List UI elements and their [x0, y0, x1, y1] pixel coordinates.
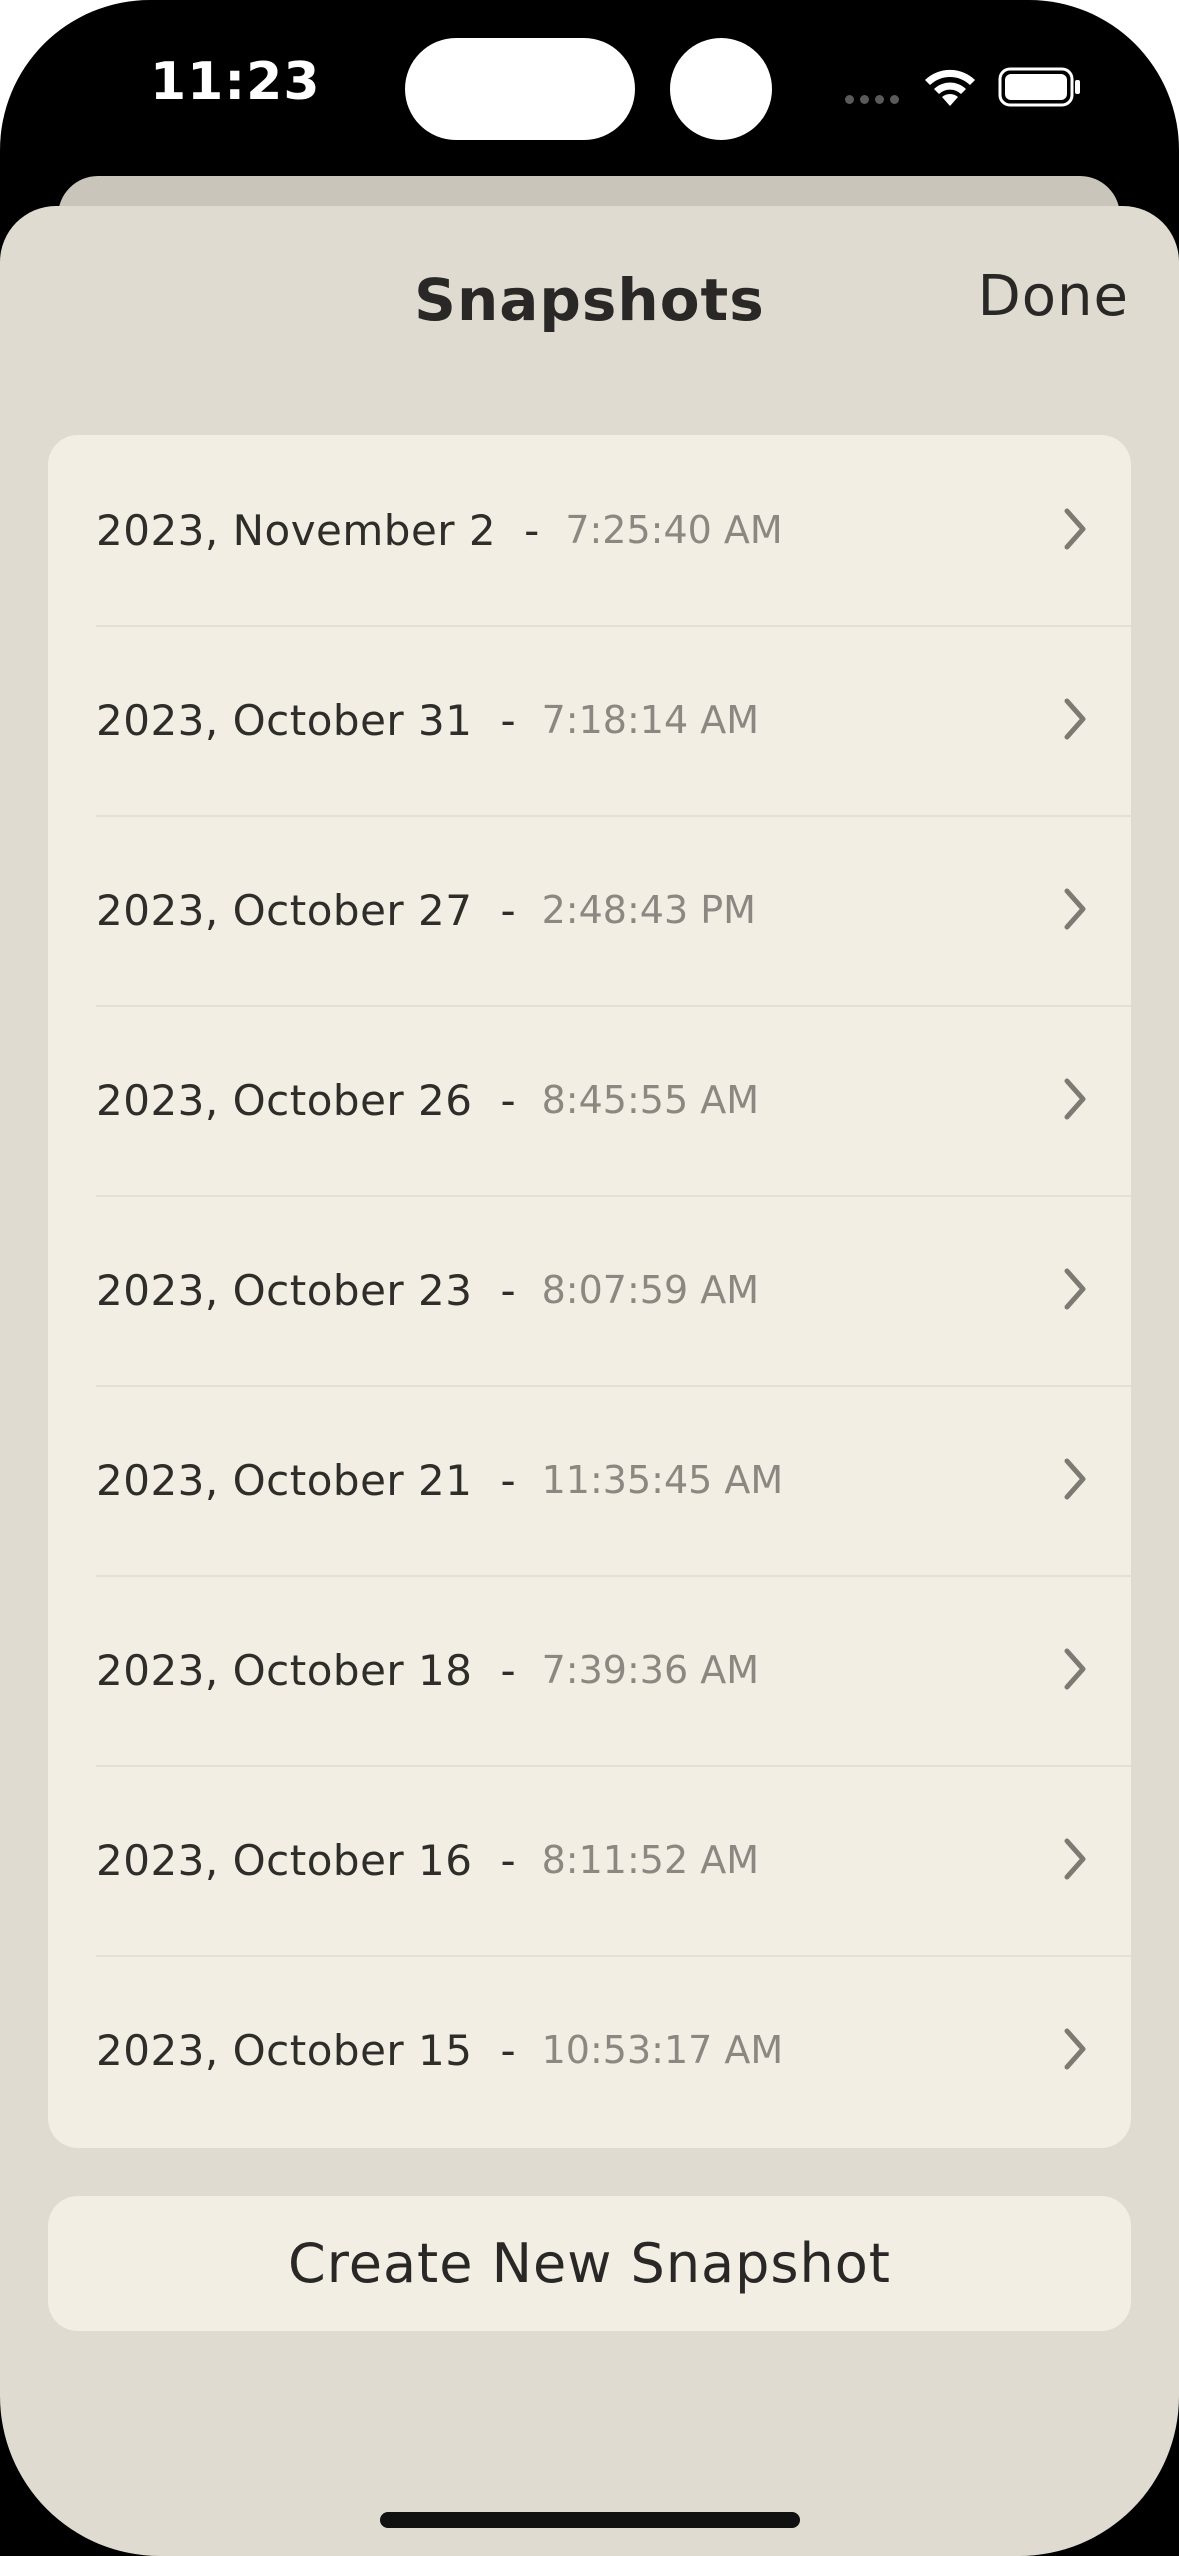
chevron-right-icon [1064, 1648, 1086, 1690]
snapshot-separator: - [500, 695, 516, 745]
phone-screen: 11:23 Snapshots Done 2023, November 2-7:… [0, 0, 1179, 2556]
snapshot-separator: - [500, 1075, 516, 1125]
snapshot-time: 2:48:43 PM [541, 888, 756, 932]
dynamic-island [405, 38, 635, 140]
snapshot-date: 2023, October 23 [96, 1265, 473, 1315]
snapshot-row[interactable]: 2023, October 15-10:53:17 AM [48, 1955, 1131, 2145]
chevron-right-icon [1064, 508, 1086, 550]
chevron-right-icon [1064, 1268, 1086, 1310]
snapshot-row[interactable]: 2023, October 16-8:11:52 AM [48, 1765, 1131, 1955]
snapshot-separator: - [500, 1265, 516, 1315]
snapshot-separator: - [500, 1645, 516, 1695]
snapshot-separator: - [500, 885, 516, 935]
snapshot-time: 7:18:14 AM [541, 698, 759, 742]
chevron-right-icon [1064, 2028, 1086, 2070]
camera-cutout [670, 38, 772, 140]
snapshot-row[interactable]: 2023, October 18-7:39:36 AM [48, 1575, 1131, 1765]
snapshots-list: 2023, November 2-7:25:40 AM 2023, October… [48, 435, 1131, 2148]
snapshot-date: 2023, November 2 [96, 505, 497, 555]
snapshot-row[interactable]: 2023, October 27-2:48:43 PM [48, 815, 1131, 1005]
snapshot-date: 2023, October 26 [96, 1075, 473, 1125]
snapshot-time: 7:39:36 AM [541, 1648, 759, 1692]
status-bar: 11:23 [0, 0, 1179, 175]
snapshot-date: 2023, October 15 [96, 2025, 473, 2075]
snapshot-row[interactable]: 2023, October 23-8:07:59 AM [48, 1195, 1131, 1385]
snapshot-time: 8:11:52 AM [541, 1838, 759, 1882]
snapshot-time: 7:25:40 AM [565, 508, 783, 552]
create-new-snapshot-button[interactable]: Create New Snapshot [48, 2196, 1131, 2331]
done-button[interactable]: Done [978, 264, 1129, 329]
snapshot-separator: - [500, 2025, 516, 2075]
snapshot-row[interactable]: 2023, October 26-8:45:55 AM [48, 1005, 1131, 1195]
snapshot-date: 2023, October 31 [96, 695, 473, 745]
snapshot-time: 11:35:45 AM [541, 1458, 784, 1502]
cellular-signal-icon [845, 95, 905, 105]
snapshot-separator: - [524, 505, 540, 555]
home-indicator[interactable] [380, 2512, 800, 2528]
snapshot-separator: - [500, 1835, 516, 1885]
snapshot-date: 2023, October 21 [96, 1455, 473, 1505]
chevron-right-icon [1064, 1838, 1086, 1880]
snapshot-date: 2023, October 18 [96, 1645, 473, 1695]
snapshot-row[interactable]: 2023, November 2-7:25:40 AM [48, 435, 1131, 625]
snapshot-row[interactable]: 2023, October 21-11:35:45 AM [48, 1385, 1131, 1575]
chevron-right-icon [1064, 1078, 1086, 1120]
snapshot-time: 8:07:59 AM [541, 1268, 759, 1312]
status-time: 11:23 [150, 52, 321, 112]
snapshot-date: 2023, October 16 [96, 1835, 473, 1885]
chevron-right-icon [1064, 698, 1086, 740]
chevron-right-icon [1064, 888, 1086, 930]
chevron-right-icon [1064, 1458, 1086, 1500]
snapshot-row[interactable]: 2023, October 31-7:18:14 AM [48, 625, 1131, 815]
snapshot-time: 8:45:55 AM [541, 1078, 759, 1122]
wifi-icon [925, 69, 975, 106]
snapshot-time: 10:53:17 AM [541, 2028, 784, 2072]
battery-icon [998, 67, 1080, 107]
snapshots-sheet: Snapshots Done 2023, November 2-7:25:40 … [0, 206, 1179, 2556]
snapshot-date: 2023, October 27 [96, 885, 473, 935]
snapshot-separator: - [500, 1455, 516, 1505]
